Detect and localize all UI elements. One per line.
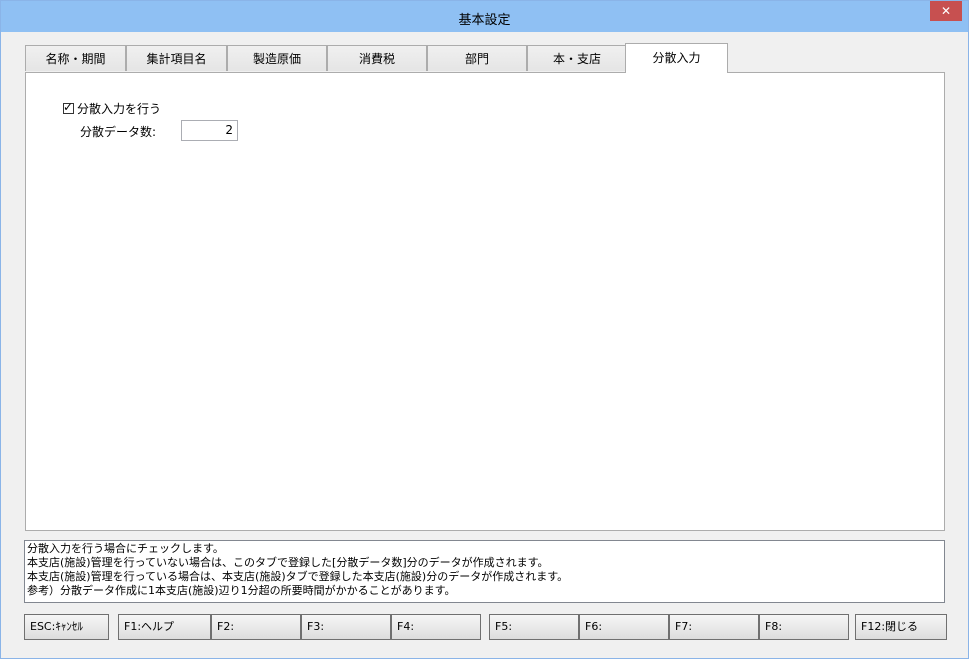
f7-button[interactable]: F7: — [669, 614, 759, 640]
distribution-count-label: 分散データ数: — [80, 125, 157, 139]
close-icon: ✕ — [940, 4, 952, 18]
tab-distributed-input[interactable]: 分散入力 — [625, 43, 728, 73]
f8-button[interactable]: F8: — [759, 614, 849, 640]
distributed-input-option[interactable]: ✓ 分散入力を行う — [63, 100, 161, 116]
help-line: 参考）分散データ作成に1本支店(施設)辺り1分超の所要時間がかかることがあります… — [27, 584, 456, 597]
close-button[interactable]: ✕ — [930, 1, 962, 21]
f2-button[interactable]: F2: — [211, 614, 301, 640]
tab-consumption-tax[interactable]: 消費税 — [327, 45, 427, 71]
tab-panel: ✓ 分散入力を行う 分散データ数: 2 — [25, 72, 945, 531]
f12-close-button[interactable]: F12:閉じる — [855, 614, 947, 640]
distributed-input-label: 分散入力を行う — [77, 101, 162, 116]
help-line: 分散入力を行う場合にチェックします。 — [27, 542, 224, 555]
settings-window: 基本設定 ✕ 名称・期間 集計項目名 製造原価 消費税 部門 本・支店 分散入力… — [0, 0, 969, 659]
title-bar[interactable]: 基本設定 ✕ — [1, 1, 968, 32]
help-text-box: 分散入力を行う場合にチェックします。 本支店(施設)管理を行っていない場合は、こ… — [24, 540, 945, 603]
esc-cancel-button[interactable]: ESC:ｷｬﾝｾﾙ — [24, 614, 109, 640]
f1-help-button[interactable]: F1:ヘルプ — [118, 614, 211, 640]
distributed-input-checkbox[interactable]: ✓ — [63, 99, 74, 114]
help-line: 本支店(施設)管理を行っている場合は、本支店(施設)タブで登録した本支店(施設)… — [27, 570, 569, 583]
window-title: 基本設定 — [458, 13, 511, 28]
checkmark-icon: ✓ — [63, 99, 74, 114]
f6-button[interactable]: F6: — [579, 614, 669, 640]
distribution-count-input[interactable]: 2 — [181, 120, 238, 141]
tab-manufacturing-cost[interactable]: 製造原価 — [227, 45, 327, 71]
tab-name-period[interactable]: 名称・期間 — [25, 45, 126, 71]
f3-button[interactable]: F3: — [301, 614, 391, 640]
tab-department[interactable]: 部門 — [427, 45, 527, 71]
tab-aggregate-items[interactable]: 集計項目名 — [126, 45, 227, 71]
client-area: 名称・期間 集計項目名 製造原価 消費税 部門 本・支店 分散入力 ✓ 分散入力… — [8, 32, 961, 652]
tab-branch[interactable]: 本・支店 — [527, 45, 627, 71]
help-line: 本支店(施設)管理を行っていない場合は、このタブで登録した[分散データ数]分のデ… — [27, 556, 549, 569]
f4-button[interactable]: F4: — [391, 614, 481, 640]
f5-button[interactable]: F5: — [489, 614, 579, 640]
